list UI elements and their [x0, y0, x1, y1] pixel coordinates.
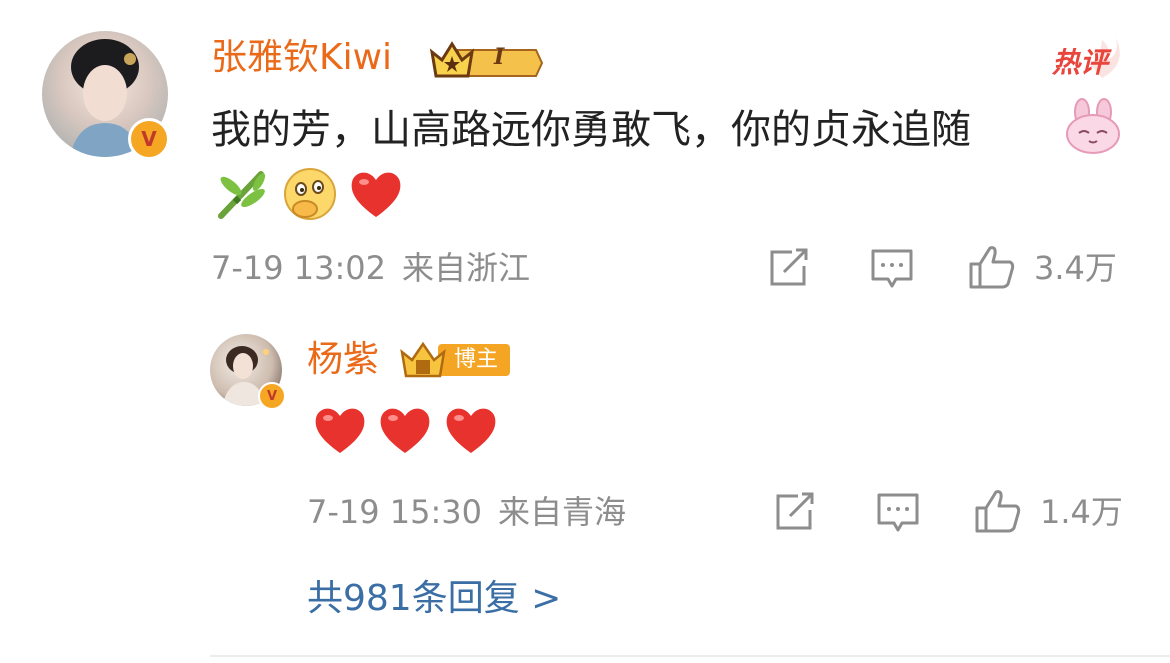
comment-location: 来自浙江: [402, 249, 531, 287]
reply-like-count: 1.4万: [1040, 493, 1123, 531]
heart-emoji: [377, 404, 433, 456]
comment-timestamp: 7-19 13:02: [211, 249, 387, 287]
blogger-badge: 博主: [398, 340, 510, 380]
crown-icon: [429, 41, 544, 78]
comment-button[interactable]: [876, 492, 920, 534]
reply-timestamp: 7-19 15:30: [307, 493, 483, 531]
level-badge-text: I: [494, 44, 505, 70]
comment-card: V 张雅钦Kiwi I 热评 我的芳，山高路远你勇敢飞，你的贞永追随 7-19 …: [0, 0, 1170, 310]
verified-badge: V: [258, 382, 286, 410]
comment-like-count: 3.4万: [1034, 249, 1117, 287]
comment-button[interactable]: [870, 248, 914, 290]
like-icon: [975, 490, 1021, 533]
crown-icon: [400, 341, 446, 378]
comment-icon: [877, 493, 919, 532]
like-button[interactable]: [974, 488, 1022, 534]
comment-icon: [871, 249, 913, 288]
bunny-emoji: [1064, 98, 1122, 156]
share-icon: [776, 492, 814, 530]
bamboo-emoji: [213, 168, 271, 220]
reply-card: V 杨紫 博主 7-19 15:30 来自青海 1.4万: [0, 320, 1170, 570]
commenter-username[interactable]: 张雅钦Kiwi: [211, 36, 392, 80]
heart-emoji: [312, 404, 368, 456]
share-button[interactable]: [774, 492, 818, 532]
heart-emoji: [443, 404, 499, 456]
verified-badge: V: [128, 118, 170, 160]
hot-comment-tag: 热评: [1050, 34, 1130, 80]
comment-text: 我的芳，山高路远你勇敢飞，你的贞永追随: [211, 107, 971, 153]
divider: [210, 655, 1170, 657]
level-badge: I: [428, 38, 544, 80]
share-button[interactable]: [768, 248, 812, 288]
thinking-emoji: [281, 165, 339, 223]
like-icon: [969, 246, 1015, 289]
reply-location: 来自青海: [498, 493, 627, 531]
heart-emoji: [348, 168, 404, 220]
like-button[interactable]: [968, 244, 1016, 290]
share-icon: [770, 248, 808, 286]
more-replies-link[interactable]: 共981条回复 >: [307, 577, 561, 621]
reply-username[interactable]: 杨紫: [307, 338, 379, 382]
